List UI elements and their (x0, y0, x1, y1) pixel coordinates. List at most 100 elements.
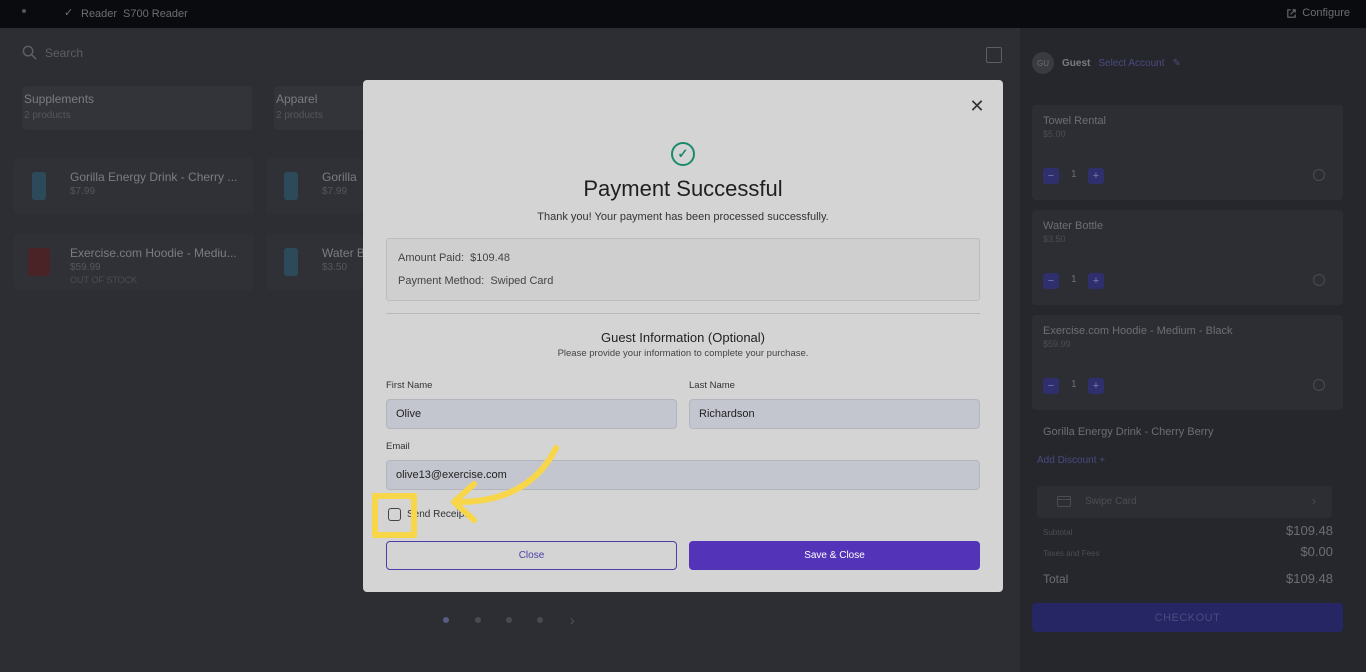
increase-qty-button[interactable]: + (1088, 168, 1104, 184)
reader-label: Reader (81, 8, 118, 20)
page-dot[interactable] (443, 617, 449, 623)
cart-item-qty: 1 (1071, 274, 1077, 285)
cart-item-name: Gorilla Energy Drink - Cherry Berry (1043, 426, 1214, 438)
decrease-qty-button[interactable]: − (1043, 273, 1059, 289)
close-icon[interactable]: ✕ (967, 96, 987, 116)
decrease-qty-button[interactable]: − (1043, 378, 1059, 394)
search-icon (22, 45, 37, 60)
top-bar: ✓ Reader S700 Reader Configure (0, 0, 1366, 28)
guest-selector: GU Guest Select Account ✎ (1032, 52, 1181, 74)
cart-item-name: Water Bottle (1043, 220, 1104, 232)
check-circle-icon: ✓ (671, 142, 695, 166)
remove-item-icon[interactable] (1313, 379, 1325, 391)
save-close-button[interactable]: Save & Close (689, 541, 980, 570)
decrease-qty-button[interactable]: − (1043, 168, 1059, 184)
cart-item-qty: 1 (1071, 169, 1077, 180)
cart-item: Water Bottle $3.50 − 1 + (1032, 210, 1343, 305)
email-label: Email (386, 441, 410, 452)
close-button[interactable]: Close (386, 541, 677, 570)
product-thumbnail (28, 248, 50, 276)
payment-method-value: Swiped Card (490, 275, 554, 287)
avatar: GU (1032, 52, 1054, 74)
payment-summary: Amount Paid: $109.48 Payment Method: Swi… (386, 238, 980, 301)
checkout-button[interactable]: CHECKOUT (1032, 603, 1343, 632)
taxes-label: Taxes and Fees (1043, 549, 1100, 558)
product-card[interactable]: Water B $3.50 (266, 234, 365, 290)
cart-item-price: $3.50 (1043, 234, 1066, 244)
product-price: $7.99 (70, 186, 96, 197)
payment-method-label: Payment Method: (398, 275, 485, 287)
check-icon: ✓ (64, 7, 74, 19)
product-price: $59.99 (70, 262, 101, 273)
page-dot[interactable] (506, 617, 512, 623)
category-supplements[interactable]: Supplements 2 products (22, 86, 252, 130)
product-name: Gorilla (322, 170, 357, 184)
first-name-field[interactable] (386, 399, 677, 429)
product-name: Exercise.com Hoodie - Mediu... (70, 246, 237, 260)
status-dot (22, 9, 26, 13)
product-thumbnail (284, 172, 298, 200)
first-name-label: First Name (386, 380, 433, 391)
external-link-icon (1287, 8, 1297, 18)
search-bar[interactable]: Search (22, 45, 83, 60)
taxes-value: $0.00 (1300, 544, 1333, 559)
category-name: Supplements (24, 92, 95, 106)
total-label: Total (1043, 572, 1069, 586)
product-price: $7.99 (322, 186, 348, 197)
payment-method-selector[interactable]: Swipe Card › (1037, 486, 1332, 518)
product-thumbnail (284, 248, 298, 276)
product-card[interactable]: Exercise.com Hoodie - Mediu... $59.99 OU… (14, 234, 254, 290)
cart-item-qty: 1 (1071, 379, 1077, 390)
product-name: Gorilla Energy Drink - Cherry ... (70, 170, 238, 184)
cart-item-name: Towel Rental (1043, 115, 1106, 127)
last-name-field[interactable] (689, 399, 980, 429)
category-count: 2 products (24, 110, 71, 121)
payment-method-row: Payment Method: Swiped Card (398, 275, 553, 287)
cart-item-price: $59.99 (1043, 339, 1071, 349)
amount-paid-label: Amount Paid: (398, 252, 465, 264)
divider (386, 313, 980, 314)
subtotal-label: Subtotal (1043, 528, 1073, 537)
cart-item: Exercise.com Hoodie - Medium - Black $59… (1032, 315, 1343, 410)
subtotal-value: $109.48 (1286, 523, 1333, 538)
guest-label: Guest (1062, 57, 1091, 69)
barcode-scan-icon[interactable] (986, 47, 1002, 63)
taxes-row: Taxes and Fees $0.00 (1043, 544, 1333, 559)
pointer-arrow-icon (451, 445, 559, 523)
remove-item-icon[interactable] (1313, 274, 1325, 286)
add-discount-link[interactable]: Add Discount + (1037, 455, 1105, 466)
configure-label: Configure (1302, 7, 1350, 19)
total-row: Total $109.48 (1043, 571, 1333, 586)
cart-item-price: $5.00 (1043, 129, 1066, 139)
product-name: Water B (322, 246, 365, 260)
chevron-right-icon: › (1312, 494, 1316, 508)
product-thumbnail (32, 172, 46, 200)
edit-icon[interactable]: ✎ (1173, 58, 1181, 69)
product-card[interactable]: Gorilla Energy Drink - Cherry ... $7.99 (14, 158, 254, 214)
modal-title: Payment Successful (583, 176, 783, 201)
cart-item: Towel Rental $5.00 − 1 + (1032, 105, 1343, 200)
guest-info-title: Guest Information (Optional) (600, 330, 766, 345)
chevron-right-icon[interactable]: › (570, 612, 575, 628)
guest-info-subtitle: Please provide your information to compl… (557, 348, 809, 359)
out-of-stock-badge: OUT OF STOCK (70, 275, 138, 285)
product-price: $3.50 (322, 262, 348, 273)
configure-button[interactable]: Configure (1286, 7, 1350, 19)
increase-qty-button[interactable]: + (1088, 273, 1104, 289)
modal-subtitle: Thank you! Your payment has been process… (537, 211, 829, 223)
total-value: $109.48 (1286, 571, 1333, 586)
page-dot[interactable] (475, 617, 481, 623)
card-icon (1057, 496, 1071, 507)
amount-paid-row: Amount Paid: $109.48 (398, 252, 510, 264)
payment-method-label: Swipe Card (1085, 496, 1137, 507)
amount-paid-value: $109.48 (470, 252, 510, 264)
select-account-link[interactable]: Select Account (1098, 58, 1164, 69)
last-name-label: Last Name (689, 380, 735, 391)
page-dot[interactable] (537, 617, 543, 623)
increase-qty-button[interactable]: + (1088, 378, 1104, 394)
product-card[interactable]: Gorilla $7.99 (266, 158, 363, 214)
highlight-box (372, 493, 417, 538)
cart-item-name: Exercise.com Hoodie - Medium - Black (1043, 325, 1233, 337)
reader-model: S700 Reader (123, 8, 188, 20)
remove-item-icon[interactable] (1313, 169, 1325, 181)
